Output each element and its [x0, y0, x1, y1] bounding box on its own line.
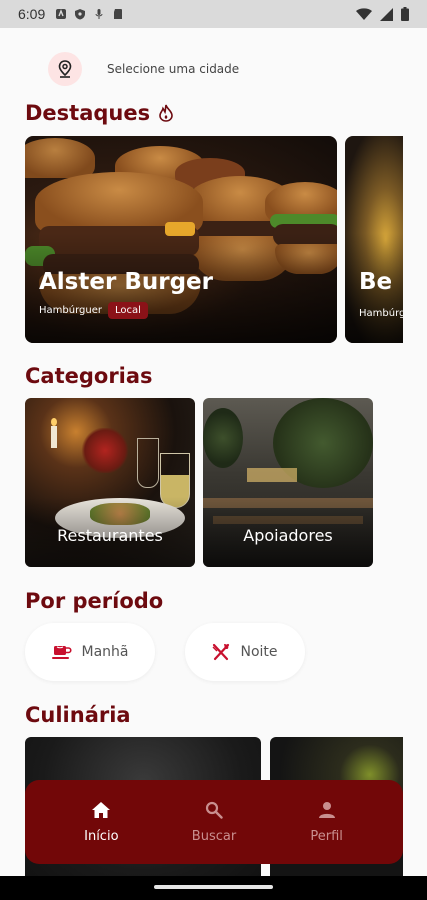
category-label: Restaurantes	[57, 526, 163, 545]
flame-icon	[158, 104, 174, 122]
cuisine-title: Culinária	[25, 703, 131, 727]
categories-title: Categorias	[25, 364, 153, 388]
local-badge: Local	[107, 302, 148, 319]
period-morning-button[interactable]: Manhã	[25, 623, 155, 681]
sd-card-icon	[114, 9, 123, 19]
person-icon	[318, 801, 335, 818]
wifi-icon	[356, 7, 372, 20]
category-card-restaurants[interactable]: Restaurantes	[25, 398, 195, 567]
notification-icons	[55, 8, 124, 20]
highlights-title-text: Destaques	[25, 101, 151, 125]
period-night-label: Noite	[240, 644, 278, 660]
location-pin-icon	[58, 60, 72, 78]
status-bar: 6:09	[0, 0, 427, 28]
period-morning-label: Manhã	[81, 644, 129, 660]
system-icons	[356, 7, 409, 21]
fork-knife-icon	[212, 643, 230, 661]
category-card-supporters[interactable]: Apoiadores	[203, 398, 373, 567]
location-pin-badge	[48, 52, 82, 86]
bottom-navigation: Início Buscar Perfil	[25, 780, 403, 864]
city-selector-label: Selecione uma cidade	[107, 62, 240, 76]
card-category: Hambúrg	[359, 308, 403, 319]
nav-home-label: Início	[84, 828, 119, 844]
nav-search-label: Buscar	[191, 828, 237, 844]
card-title: Be	[359, 269, 393, 295]
nav-search[interactable]: Buscar	[174, 801, 254, 844]
highlights-title: Destaques	[25, 101, 174, 125]
home-icon	[92, 801, 111, 818]
period-night-button[interactable]: Noite	[185, 623, 305, 681]
home-indicator[interactable]	[154, 885, 273, 889]
card-category: Hambúrguer	[39, 305, 102, 316]
coffee-cup-icon	[51, 646, 72, 659]
category-label: Apoiadores	[243, 526, 333, 545]
signal-icon	[380, 7, 393, 21]
status-time: 6:09	[18, 6, 46, 22]
card-meta: Hambúrg	[359, 308, 403, 319]
card-meta: Hambúrguer Local	[39, 302, 148, 319]
app-notification-icon	[56, 9, 67, 19]
app-screen: 6:09 Selecione uma cidade Destaques Alst…	[0, 0, 427, 900]
battery-icon	[401, 7, 409, 21]
period-title: Por período	[25, 589, 164, 613]
card-title: Alster Burger	[39, 269, 213, 295]
mic-icon	[95, 9, 103, 19]
city-selector[interactable]: Selecione uma cidade	[48, 52, 239, 86]
highlight-card[interactable]: Be Hambúrg	[345, 136, 403, 343]
search-icon	[205, 801, 223, 819]
nav-profile[interactable]: Perfil	[287, 801, 367, 844]
shield-icon	[75, 9, 86, 20]
highlight-card[interactable]: Alster Burger Hambúrguer Local	[25, 136, 337, 343]
nav-profile-label: Perfil	[310, 828, 343, 844]
nav-home[interactable]: Início	[61, 801, 141, 844]
